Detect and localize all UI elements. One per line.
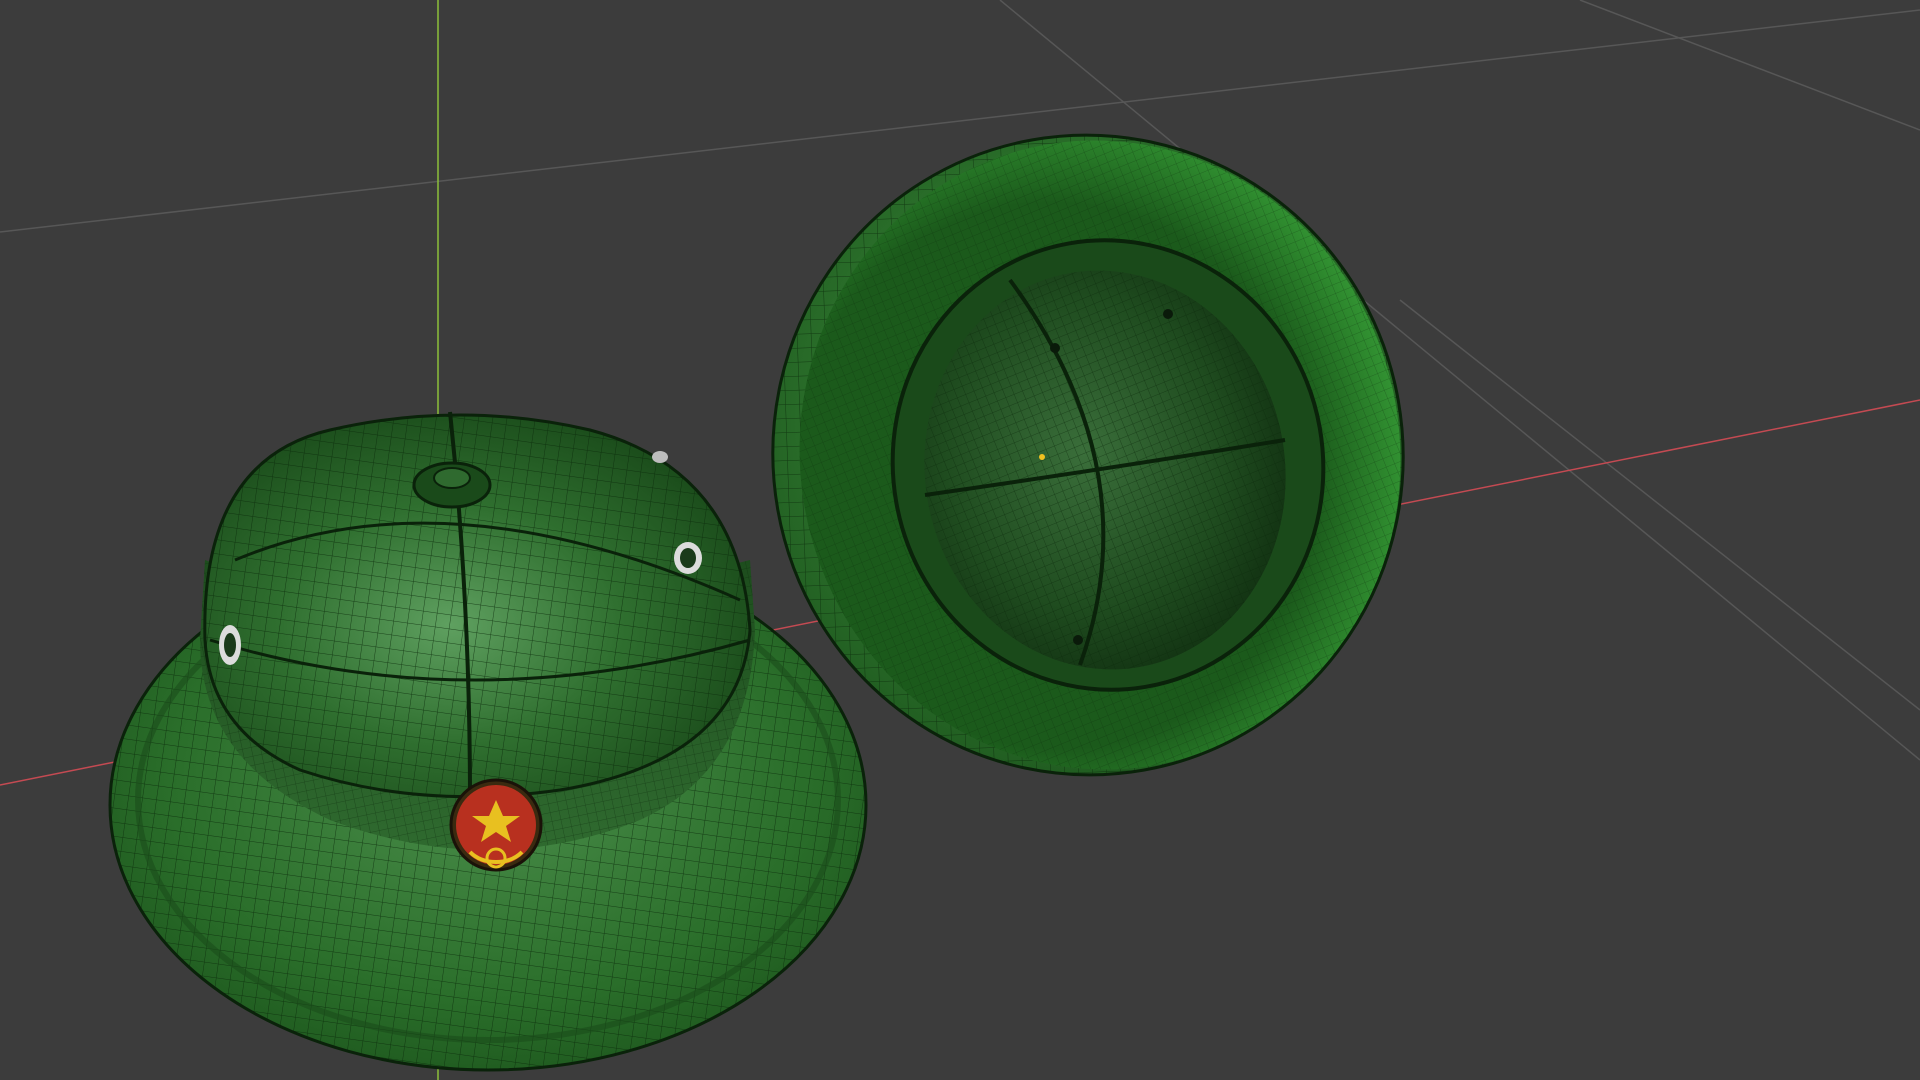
- origin-marker[interactable]: [1039, 454, 1045, 460]
- vent-hole: [1163, 309, 1173, 319]
- vent-icon: [652, 451, 668, 463]
- emblem-badge[interactable]: [449, 778, 543, 872]
- vent-hole: [1050, 343, 1060, 353]
- vent-icon: [219, 625, 241, 665]
- vent-hole: [1073, 635, 1083, 645]
- 3d-viewport[interactable]: [0, 0, 1920, 1080]
- hat-upright[interactable]: [108, 411, 868, 1072]
- vent-icon: [674, 542, 702, 574]
- viewport-canvas[interactable]: [0, 0, 1920, 1080]
